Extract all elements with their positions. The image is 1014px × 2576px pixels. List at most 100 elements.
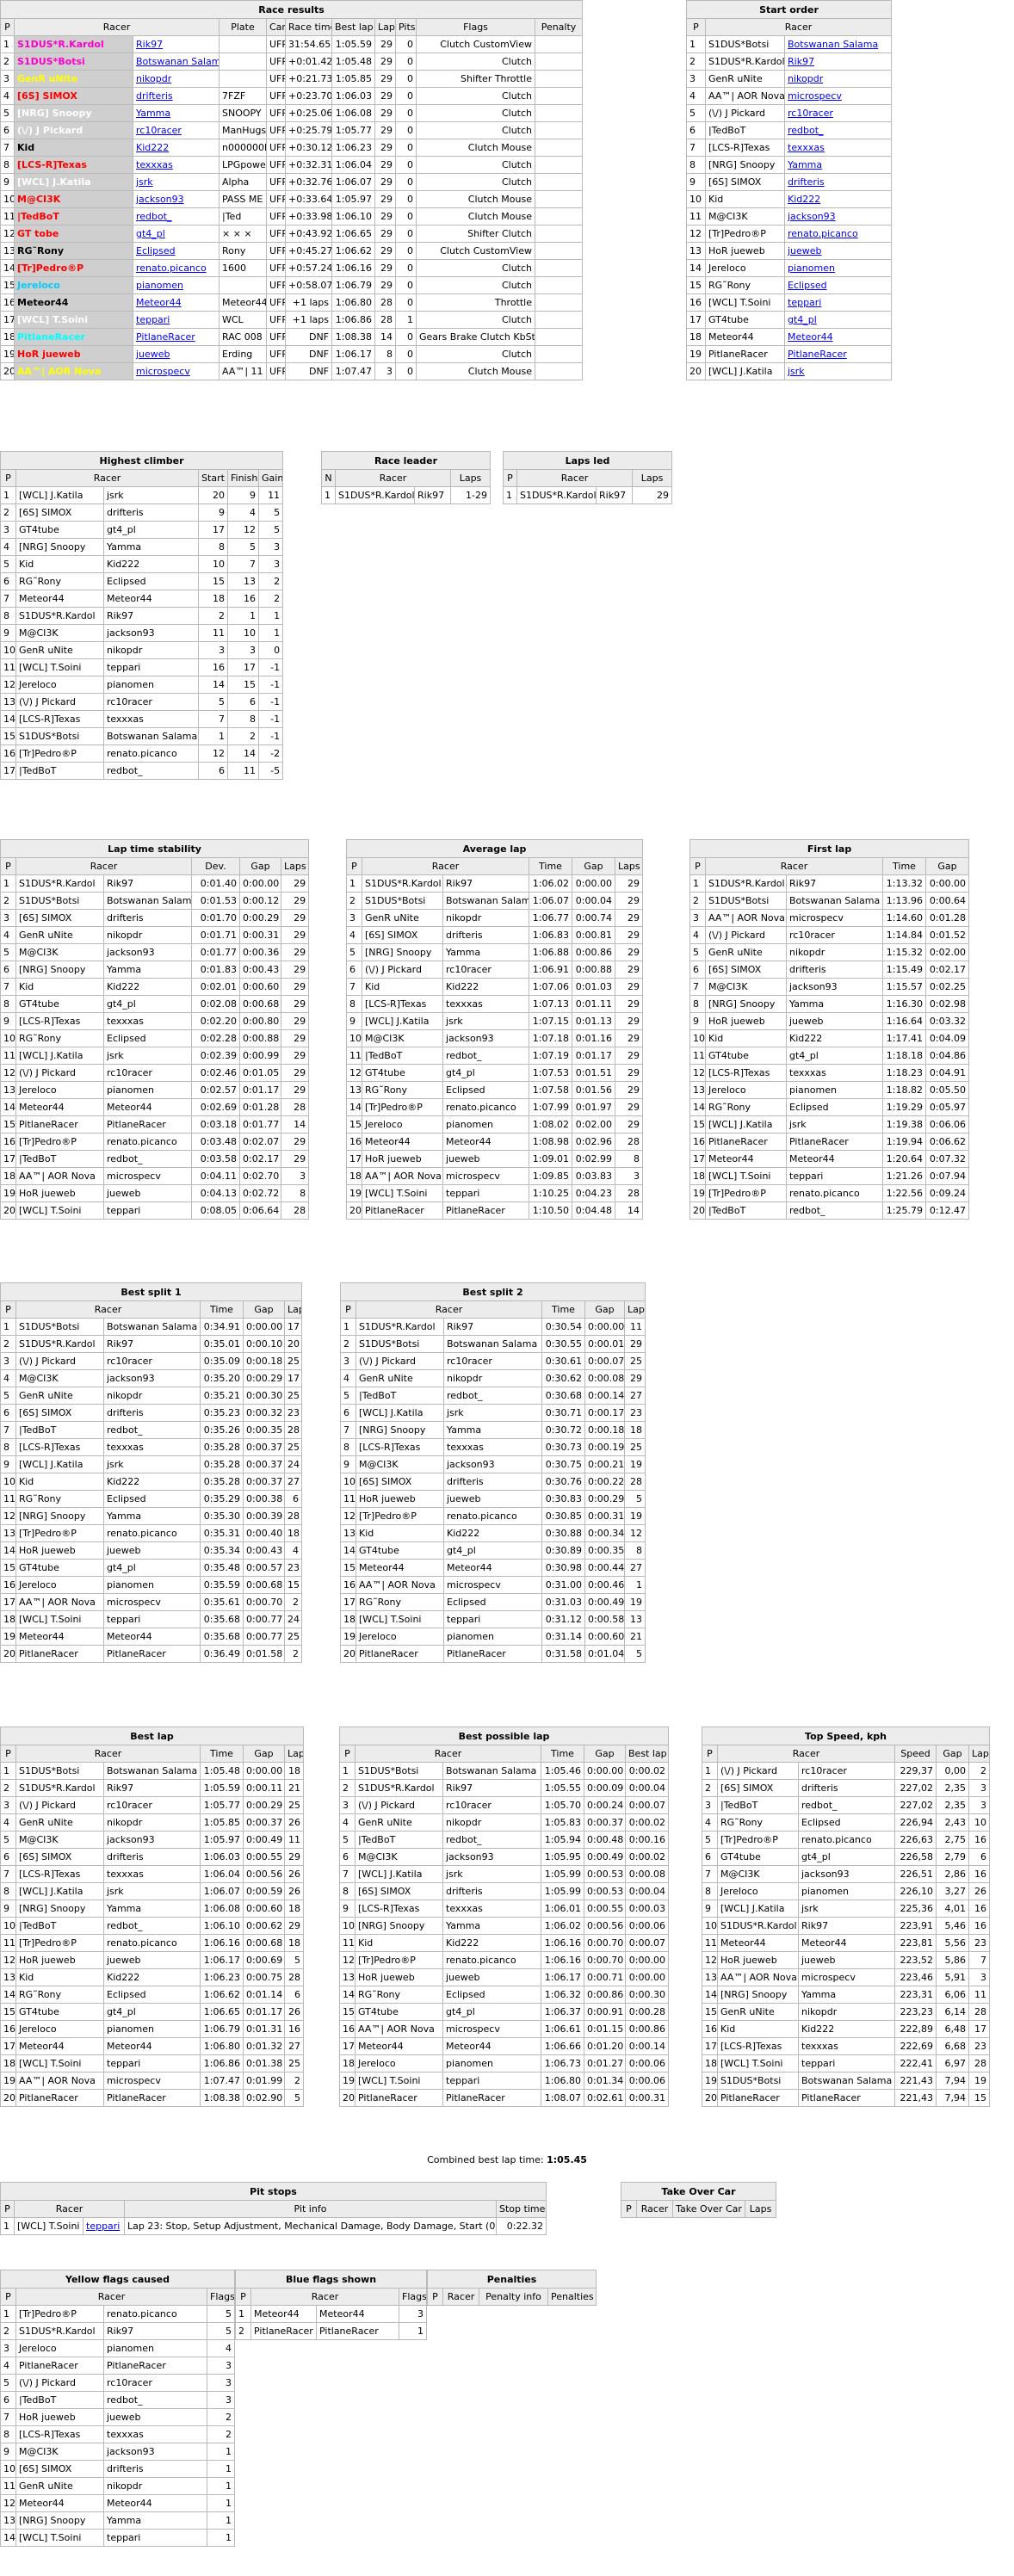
value-cell: 0:02.96: [572, 1133, 615, 1151]
racer-username-link[interactable]: pianomen: [788, 263, 835, 274]
text-cell: jsrk: [786, 1115, 883, 1134]
position-cell: 5: [689, 943, 706, 961]
value-cell: 10: [968, 1813, 991, 1832]
position-cell: 17: [340, 1593, 356, 1611]
racer-username-link[interactable]: drifteris: [788, 176, 825, 188]
racer-username-link[interactable]: teppari: [136, 314, 170, 325]
position-cell: 5: [340, 1387, 356, 1405]
racer-username-link[interactable]: microspecv: [136, 366, 190, 377]
text-cell: Kid222: [798, 2020, 895, 2038]
racer-username-link[interactable]: drifteris: [136, 90, 173, 102]
racer-username-link[interactable]: rc10racer: [136, 125, 182, 136]
racer-username-link[interactable]: renato.picanco: [788, 228, 858, 239]
table-row: 18 Jereloco pianomen 1:06.73 0:01.27 0:00.06: [339, 2054, 669, 2073]
position-cell: 4: [686, 87, 706, 105]
penalty-cell: [534, 345, 584, 363]
column-header: P: [235, 2288, 251, 2306]
racer-username-link[interactable]: microspecv: [788, 90, 842, 102]
table-row: 13 [Tr]Pedro®P renato.picanco 0:35.31 0:00.4…: [0, 1524, 303, 1542]
laps-cell: 29: [374, 87, 396, 105]
racer-username-link[interactable]: nikopdr: [788, 73, 823, 84]
table-row: 3 (\/) J Pickard rc10racer 0:30.61 0:00.07 25: [340, 1352, 646, 1370]
racer-username-link[interactable]: jsrk: [136, 176, 153, 188]
racer-name-cell: HoR jueweb: [705, 242, 785, 260]
table-row: 5 GenR uNite nikopdr 0:35.21 0:00.30 25: [0, 1387, 303, 1405]
table-row: 16 [Tr]Pedro®P renato.picanco 12 14 -2: [0, 744, 284, 763]
racer-username-link[interactable]: Yamma: [788, 159, 822, 170]
racer-username-link[interactable]: texxxas: [136, 159, 173, 170]
text-cell: Kid222: [786, 1029, 883, 1047]
table-row: 1 S1DUS*R.Kardol Rik97 0:30.54 0:00.00 11: [340, 1318, 646, 1336]
table-row: 1 S1DUS*Botsi Botswanan Salama 1:05.48 0:00.…: [0, 1762, 304, 1780]
racer-username-link[interactable]: Rik97: [788, 56, 814, 67]
racer-username-link[interactable]: texxxas: [788, 142, 825, 153]
value-cell: 0:00.34: [584, 1524, 625, 1542]
value-cell: 0:00.91: [584, 2003, 626, 2021]
racer-username-link[interactable]: jackson93: [136, 194, 184, 205]
racer-username-link[interactable]: Meteor44: [136, 297, 182, 308]
position-cell: 17: [0, 2037, 16, 2055]
racer-username-link[interactable]: teppari: [86, 2221, 120, 2232]
racer-username-link[interactable]: Meteor44: [788, 331, 833, 343]
value-cell: 0:00.29: [243, 1369, 285, 1387]
position-cell: 9: [0, 173, 15, 191]
racer-name-cell: PitlaneRacer: [250, 2322, 317, 2340]
racer-username-link[interactable]: gt4_pl: [788, 314, 817, 325]
racer-username-link[interactable]: redbot_: [788, 125, 824, 136]
racer-username-link[interactable]: Kid222: [788, 194, 820, 205]
text-cell: rc10racer: [798, 1762, 895, 1780]
text-cell: pianomen: [103, 2020, 201, 2038]
value-cell: 18: [284, 1900, 304, 1918]
plate-cell: SNOOPY: [219, 104, 267, 122]
value-cell: 4: [207, 2339, 235, 2357]
value-cell: 0:02.39: [191, 1047, 240, 1065]
racer-username-link[interactable]: jackson93: [788, 211, 836, 222]
racer-username-link[interactable]: jueweb: [136, 349, 170, 360]
text-cell: teppari: [103, 658, 199, 676]
column-header: Speed: [894, 1745, 937, 1763]
text-cell: Kid222: [103, 555, 199, 573]
value-cell: 23: [623, 1404, 646, 1422]
racer-username-link[interactable]: Botswanan Salama: [788, 39, 878, 50]
position-cell: 8: [340, 1438, 356, 1456]
position-cell: 20: [0, 1202, 16, 1220]
table-row: 9 [NRG] Snoopy Yamma 1:06.08 0:00.60 18: [0, 1900, 304, 1918]
position-cell: 6: [0, 961, 16, 979]
text-cell: Botswanan Salama: [103, 1762, 201, 1780]
racer-username-link[interactable]: jueweb: [788, 245, 822, 256]
position-cell: 16: [0, 293, 15, 312]
racer-username-link[interactable]: rc10racer: [788, 108, 833, 119]
value-cell: 1:06.86: [200, 2054, 244, 2073]
value-cell: 0:00.37: [243, 1813, 285, 1832]
table-row: 5 |TedBoT redbot_ 1:05.94 0:00.48 0:00.16: [339, 1831, 669, 1849]
column-header: Racer: [362, 857, 529, 875]
racer-username-link[interactable]: teppari: [788, 297, 821, 308]
lap-time-stability-table: Lap time stability P Racer Dev. Gap Laps 1 S1DU…: [0, 839, 310, 1220]
value-cell: 1: [207, 2511, 235, 2530]
racer-username-link[interactable]: redbot_: [136, 211, 172, 222]
racer-username-link[interactable]: Rik97: [136, 39, 163, 50]
column-header: Pits: [395, 18, 417, 36]
racer-username-link[interactable]: nikopdr: [136, 73, 171, 84]
racer-username-link[interactable]: PitlaneRacer: [136, 331, 195, 343]
racer-username-link[interactable]: gt4_pl: [136, 228, 165, 239]
combined-best-lap: Combined best lap time: 1:05.45: [0, 2154, 1014, 2165]
racer-username-link[interactable]: Kid222: [136, 142, 169, 153]
racer-username-link[interactable]: pianomen: [136, 280, 183, 291]
table-title: Laps led: [502, 451, 673, 470]
position-cell: 17: [339, 2037, 356, 2055]
table-row: 10 [NRG] Snoopy Yamma 1:06.02 0:00.56 0:00.06: [339, 1917, 669, 1935]
racer-username-link[interactable]: Botswanan Salama: [136, 56, 219, 67]
racer-username-link[interactable]: Eclipsed: [788, 280, 827, 291]
value-cell: 24: [283, 1610, 303, 1628]
racer-username-link[interactable]: jsrk: [788, 366, 805, 377]
value-cell: 21: [284, 1779, 304, 1797]
text-cell: jsrk: [443, 1404, 542, 1422]
racer-name-cell: |TedBoT: [705, 121, 785, 139]
value-cell: 226,94: [894, 1813, 937, 1832]
racer-username-link[interactable]: Yamma: [136, 108, 170, 119]
table-row: 9 [WCL] J.Katila jsrk 1:07.15 0:01.13 29: [346, 1012, 644, 1030]
racer-username-link[interactable]: Eclipsed: [136, 245, 176, 256]
racer-username-link[interactable]: renato.picanco: [136, 263, 207, 274]
racer-username-link[interactable]: PitlaneRacer: [788, 349, 847, 360]
